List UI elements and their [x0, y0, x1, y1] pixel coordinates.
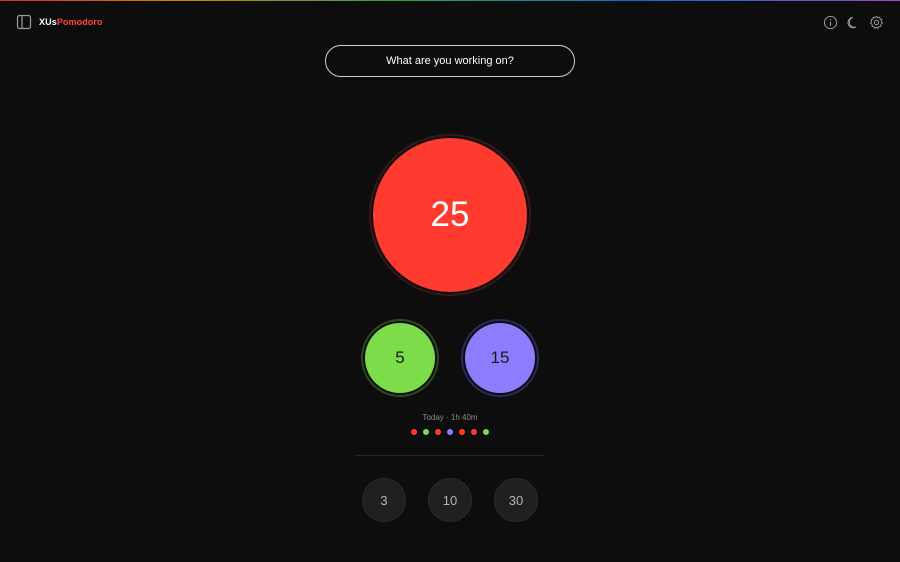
session-dot — [471, 429, 477, 435]
info-icon[interactable] — [823, 15, 838, 30]
session-history — [350, 429, 550, 435]
session-dot — [459, 429, 465, 435]
divider — [355, 455, 545, 456]
session-dot — [411, 429, 417, 435]
gear-icon[interactable] — [869, 15, 884, 30]
focus-timer-disc: 25 — [373, 138, 527, 292]
short-break-label: 5 — [395, 348, 405, 367]
app-logo: XUsPomodoro — [39, 17, 103, 27]
short-break-button[interactable]: 5 — [361, 319, 439, 397]
moon-icon[interactable] — [846, 15, 861, 30]
preset-button[interactable]: 10 — [428, 478, 472, 522]
long-break-disc: 15 — [465, 323, 535, 393]
top-right-icons — [823, 15, 884, 30]
preset-button[interactable]: 3 — [362, 478, 406, 522]
focus-timer-button[interactable]: 25 — [369, 134, 531, 296]
short-break-disc: 5 — [365, 323, 435, 393]
session-dot — [447, 429, 453, 435]
focus-timer-label: 25 — [430, 195, 470, 234]
task-input[interactable] — [325, 45, 575, 77]
preset-button[interactable]: 30 — [494, 478, 538, 522]
today-summary: Today · 1h 40m — [422, 413, 478, 422]
logo-part-1: XUs — [39, 17, 57, 27]
session-dot — [423, 429, 429, 435]
top-bar: XUsPomodoro — [0, 0, 900, 44]
preset-durations: 3 10 30 — [362, 478, 538, 522]
long-break-label: 15 — [490, 348, 510, 367]
sidebar-icon[interactable] — [16, 14, 32, 30]
logo-part-2: Pomodoro — [56, 17, 103, 27]
session-dot — [483, 429, 489, 435]
app-window: XUsPomodoro 25 5 — [0, 0, 900, 562]
long-break-button[interactable]: 15 — [461, 319, 539, 397]
session-dot — [435, 429, 441, 435]
